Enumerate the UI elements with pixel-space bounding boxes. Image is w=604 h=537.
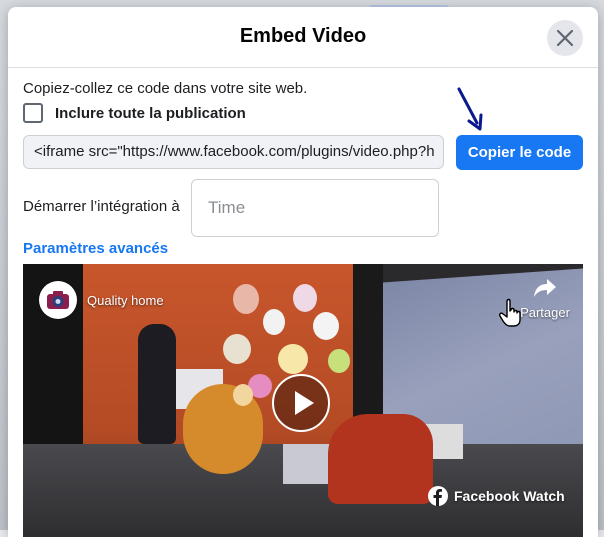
include-post-label[interactable]: Inclure toute la publication <box>55 105 246 122</box>
facebook-logo-icon <box>428 486 448 506</box>
play-icon <box>295 391 314 415</box>
channel-info[interactable]: Quality home <box>39 281 164 319</box>
facebook-watch-label[interactable]: Facebook Watch <box>454 488 565 504</box>
close-button[interactable] <box>547 20 583 56</box>
copy-code-button[interactable]: Copier le code <box>456 135 583 170</box>
channel-name[interactable]: Quality home <box>87 293 164 308</box>
video-preview[interactable]: Quality home Partager Facebook Watch <box>23 264 583 537</box>
embed-code-field[interactable]: <iframe src="https://www.facebook.com/pl… <box>23 135 444 169</box>
close-icon <box>556 29 574 47</box>
facebook-watch-link[interactable]: Facebook Watch <box>428 486 565 506</box>
include-post-checkbox[interactable] <box>23 103 43 123</box>
embed-video-dialog: Embed Video Copiez-collez ce code dans v… <box>8 7 598 537</box>
share-arrow-icon <box>534 279 556 297</box>
camera-logo-icon <box>47 291 69 309</box>
dialog-header: Embed Video <box>8 7 598 68</box>
instruction-text: Copiez-collez ce code dans votre site we… <box>23 80 308 97</box>
channel-avatar[interactable] <box>39 281 77 319</box>
hand-pointer-icon <box>499 298 521 327</box>
play-button[interactable] <box>272 374 330 432</box>
start-time-label: Démarrer l’intégration à <box>23 198 180 215</box>
dialog-title: Embed Video <box>239 25 367 47</box>
advanced-settings-link[interactable]: Paramètres avancés <box>23 240 168 257</box>
start-time-input[interactable] <box>191 179 439 237</box>
annotation-arrow-icon <box>457 87 483 131</box>
